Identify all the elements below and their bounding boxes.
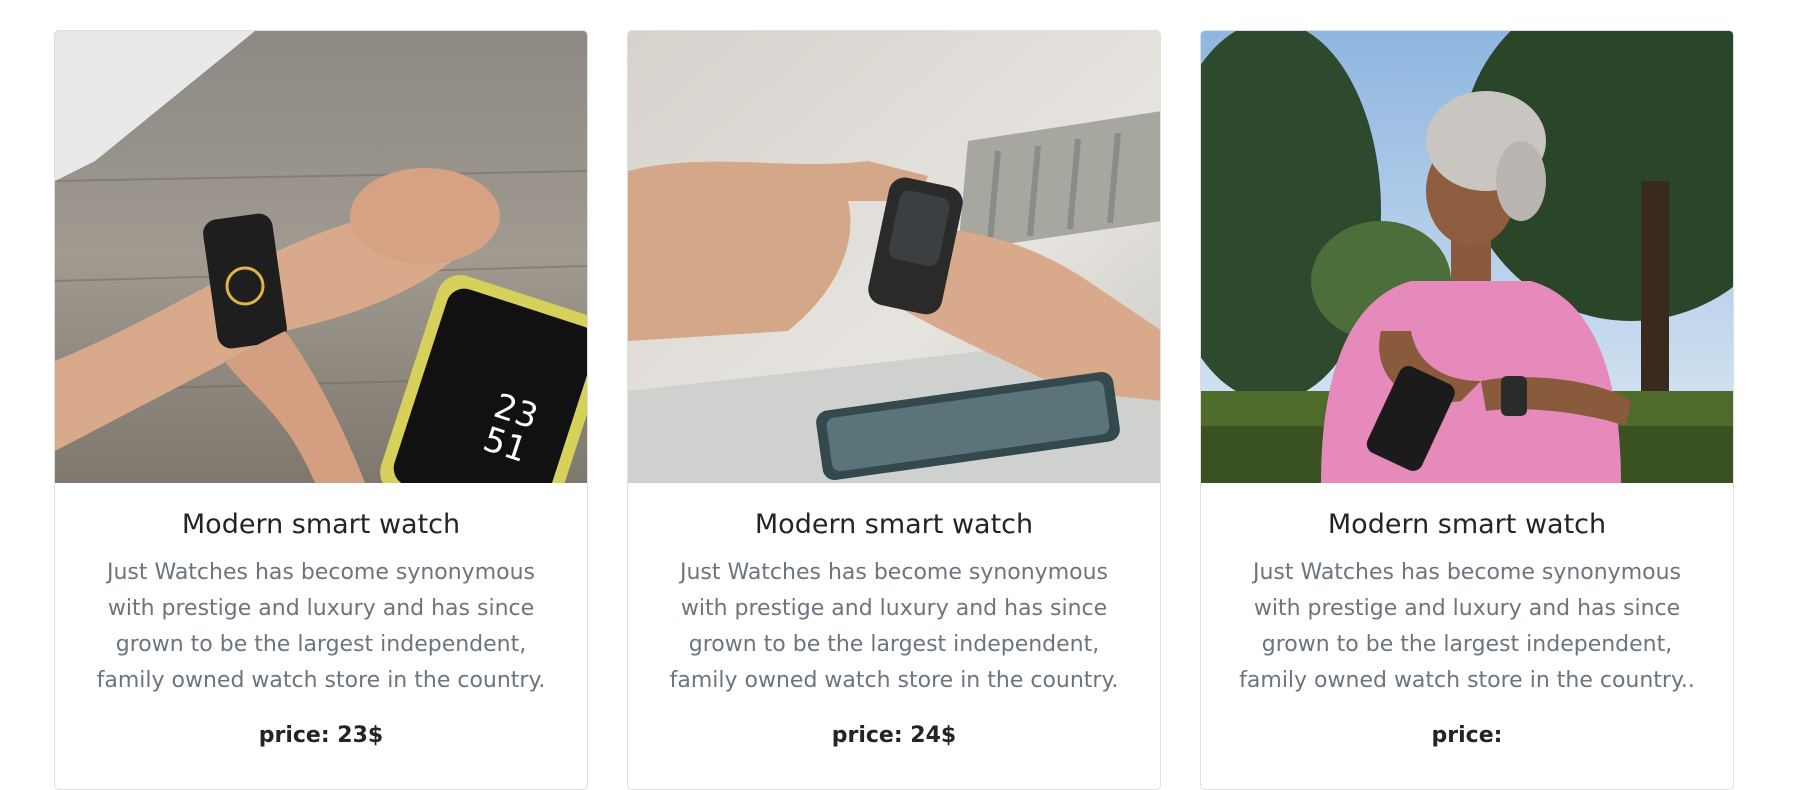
product-image[interactable] — [1201, 31, 1733, 483]
product-card[interactable]: 23 51 Modern smart watch Just Watches ha… — [54, 30, 588, 790]
product-description: Just Watches has become synonymous with … — [1239, 560, 1695, 694]
product-card-row: 23 51 Modern smart watch Just Watches ha… — [54, 30, 1734, 790]
product-image[interactable]: 23 51 — [55, 31, 587, 483]
product-card[interactable]: Modern smart watch Just Watches has beco… — [1200, 30, 1734, 790]
card-body: Modern smart watch Just Watches has beco… — [55, 483, 587, 748]
product-price: price: 24$ — [831, 723, 957, 749]
product-description: Just Watches has become synonymous with … — [669, 560, 1119, 694]
product-description: Just Watches has become synonymous with … — [96, 560, 546, 694]
product-title: Modern smart watch — [181, 509, 461, 540]
product-title: Modern smart watch — [754, 509, 1034, 540]
product-price: price: 23$ — [258, 723, 384, 749]
card-body: Modern smart watch Just Watches has beco… — [1201, 483, 1733, 748]
card-body: Modern smart watch Just Watches has beco… — [628, 483, 1160, 748]
product-price: price: — [1431, 723, 1503, 749]
product-image[interactable] — [628, 31, 1160, 483]
product-title: Modern smart watch — [1327, 509, 1607, 540]
product-card[interactable]: Modern smart watch Just Watches has beco… — [627, 30, 1161, 790]
